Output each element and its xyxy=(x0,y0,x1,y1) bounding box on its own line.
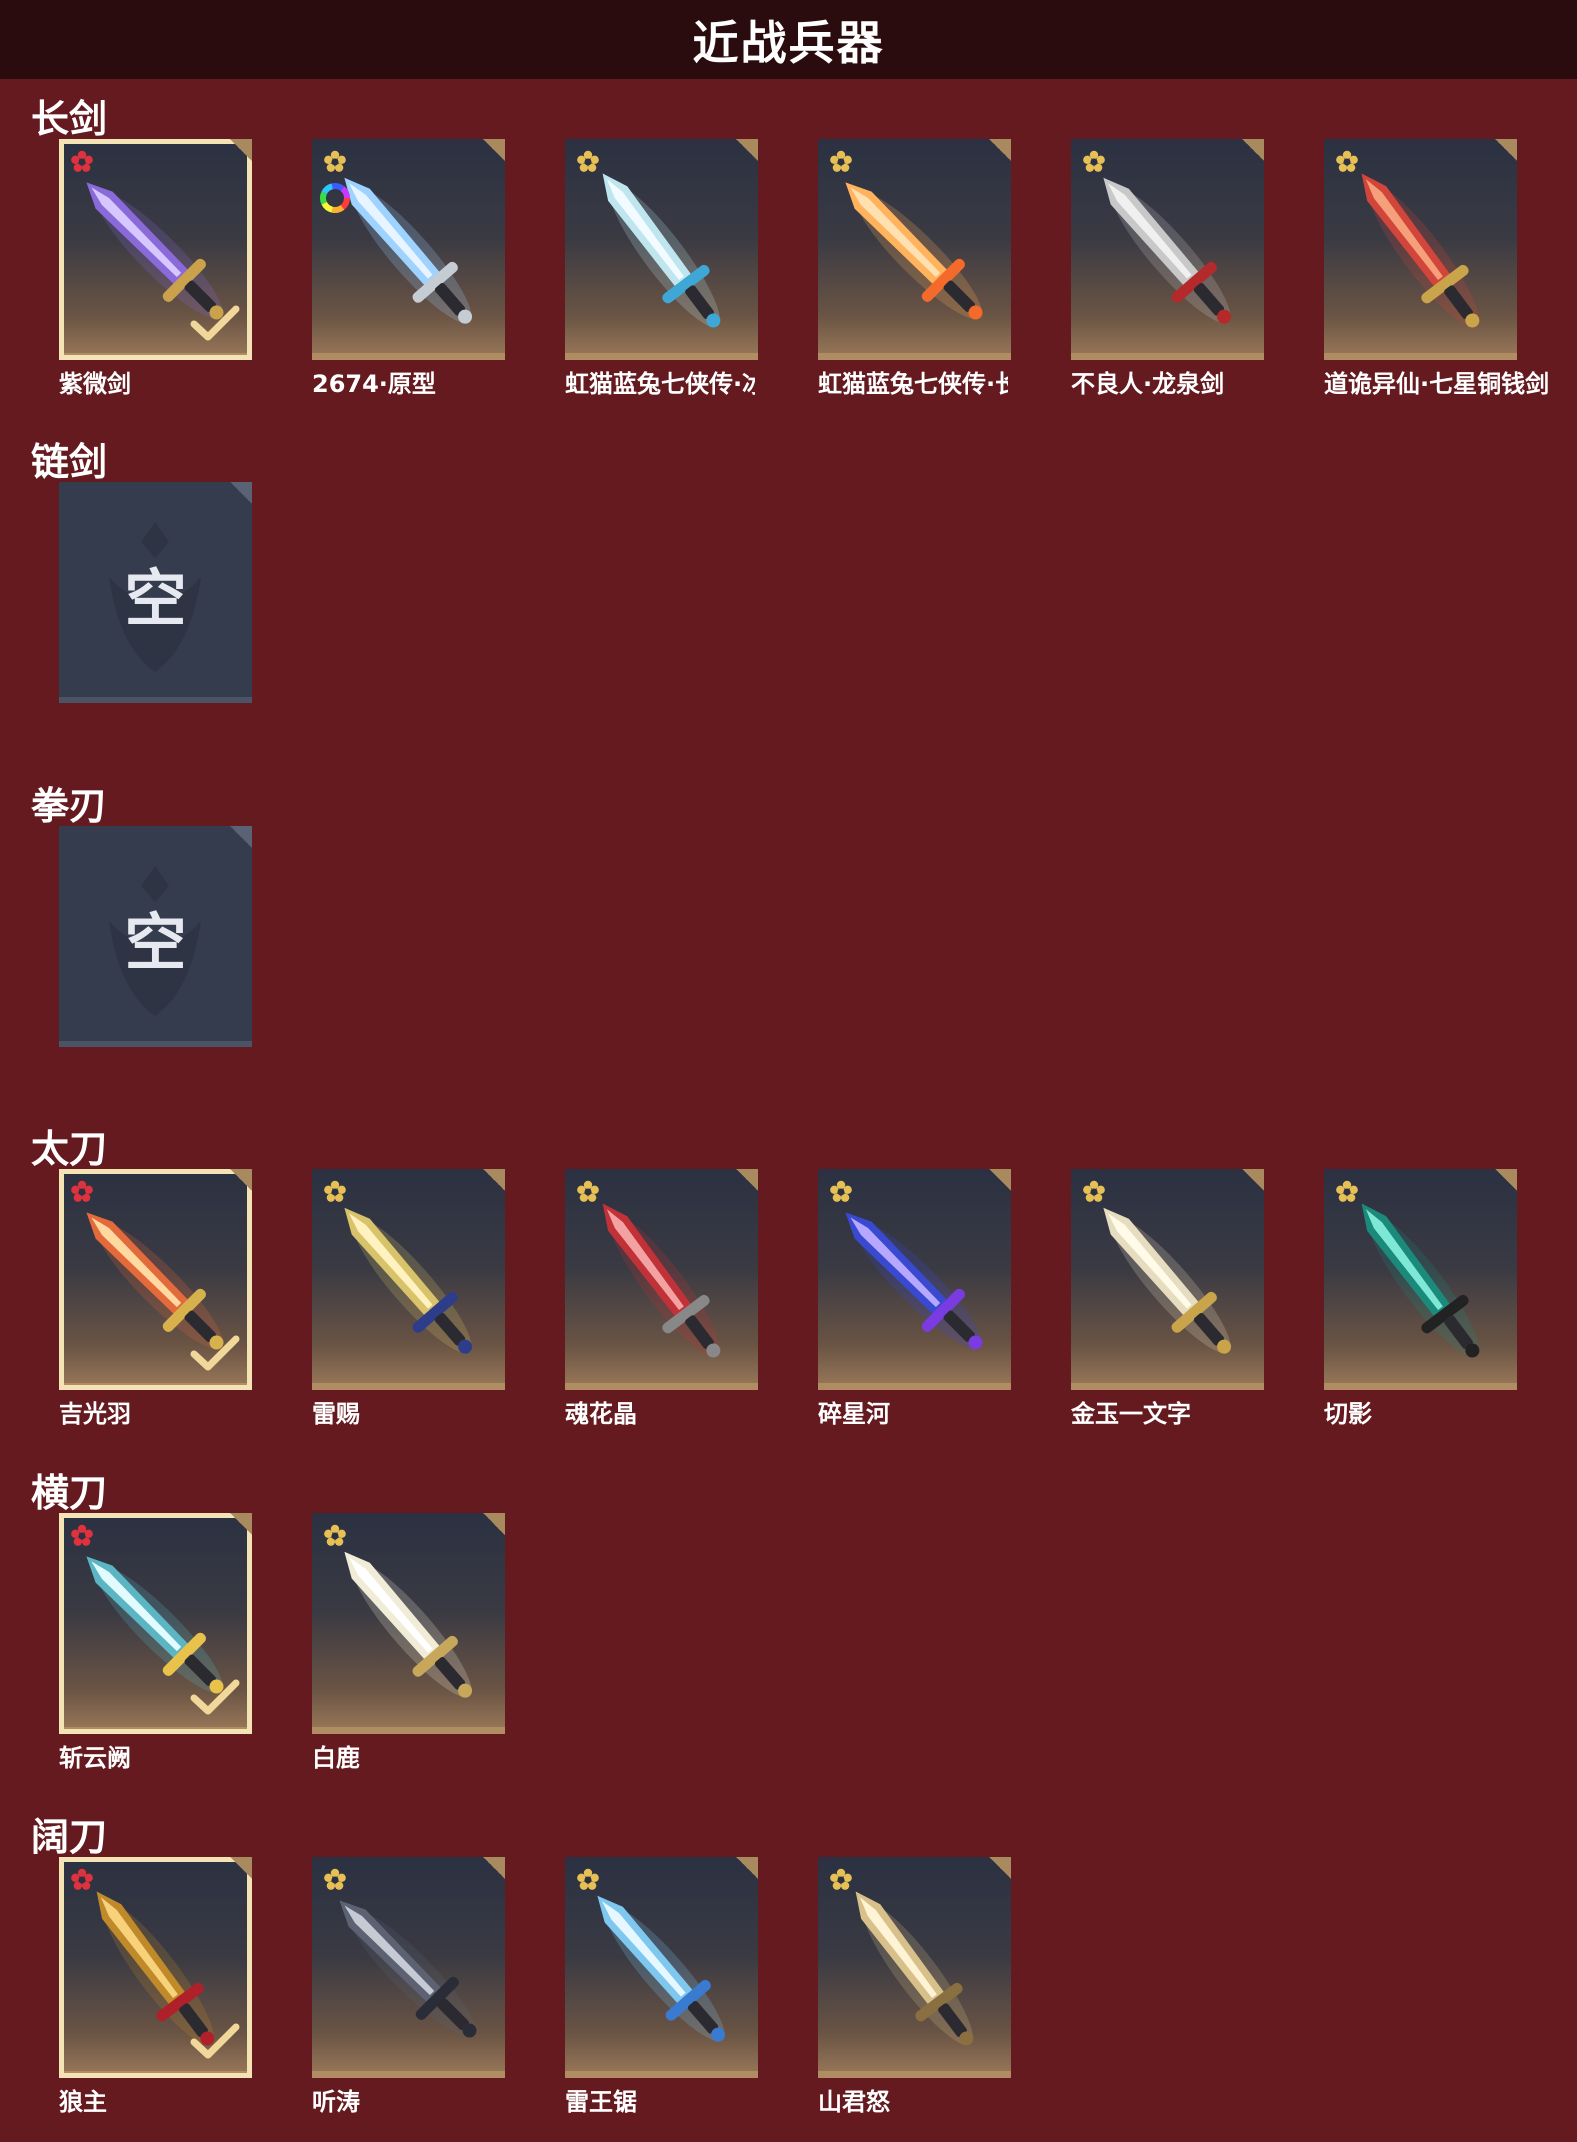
section-title: 横刀 xyxy=(31,1471,108,1515)
gold-flower-icon xyxy=(828,1867,854,1893)
card-corner xyxy=(989,1169,1011,1191)
weapon-card[interactable]: 白鹿 xyxy=(312,1513,505,1772)
card-corner xyxy=(230,1857,252,1879)
weapon-section: 拳刃空 xyxy=(0,767,1577,1097)
checkmark-icon xyxy=(190,1678,240,1718)
gold-flower-icon xyxy=(575,1867,601,1893)
card-corner xyxy=(483,139,505,161)
weapon-card[interactable]: 道诡异仙·七星铜钱剑 xyxy=(1324,139,1549,398)
empty-label: 空 xyxy=(124,905,187,979)
weapon-section: 长剑紫微剑 2674·原型 虹猫蓝兔七侠传·冰魄剑 虹猫蓝兔七侠传·长虹剑 不良人·龙泉… xyxy=(0,80,1577,410)
gold-flower-icon xyxy=(828,149,854,175)
weapon-name: 雷赐 xyxy=(312,1400,360,1428)
weapon-card[interactable]: 紫微剑 xyxy=(59,139,252,398)
weapon-name: 道诡异仙·七星铜钱剑 xyxy=(1324,370,1550,398)
red-flower-icon xyxy=(69,149,95,175)
card-corner xyxy=(736,139,758,161)
weapon-section: 太刀吉光羽 雷赐 魂花晶 碎星河 金玉一文字 切影 xyxy=(0,1110,1577,1440)
weapon-card[interactable]: 虹猫蓝兔七侠传·长虹剑 xyxy=(818,139,1011,398)
empty-mark: 空 xyxy=(59,482,252,703)
card-corner xyxy=(736,1169,758,1191)
weapon-card[interactable]: 山君怒 xyxy=(818,1857,1011,2116)
red-flower-icon xyxy=(69,1867,95,1893)
weapon-name: 山君怒 xyxy=(818,2088,890,2116)
weapon-name: 金玉一文字 xyxy=(1071,1400,1191,1428)
weapon-name: 雷王锯 xyxy=(565,2088,637,2116)
weapon-name: 紫微剑 xyxy=(59,370,131,398)
gold-flower-icon xyxy=(1081,149,1107,175)
weapon-card[interactable]: 吉光羽 xyxy=(59,1169,252,1428)
card-corner xyxy=(230,1169,252,1191)
weapon-card[interactable]: 魂花晶 xyxy=(565,1169,758,1428)
weapon-name: 听涛 xyxy=(312,2088,360,2116)
weapon-card[interactable]: 雷赐 xyxy=(312,1169,505,1428)
weapon-section: 链剑空 xyxy=(0,423,1577,753)
weapon-card[interactable]: 切影 xyxy=(1324,1169,1517,1428)
weapon-card[interactable]: 2674·原型 xyxy=(312,139,505,398)
weapon-name: 吉光羽 xyxy=(59,1400,131,1428)
weapon-card[interactable]: 虹猫蓝兔七侠传·冰魄剑 xyxy=(565,139,758,398)
checkmark-icon xyxy=(190,304,240,344)
weapon-name: 不良人·龙泉剑 xyxy=(1071,370,1225,398)
gold-flower-icon xyxy=(322,149,348,175)
page-header: 近战兵器 xyxy=(0,0,1577,79)
gold-flower-icon xyxy=(1334,149,1360,175)
weapon-card[interactable]: 雷王锯 xyxy=(565,1857,758,2116)
weapon-name: 白鹿 xyxy=(312,1744,360,1772)
weapon-name: 虹猫蓝兔七侠传·冰魄剑 xyxy=(565,370,755,398)
empty-slot[interactable]: 空 xyxy=(59,826,252,1047)
card-corner xyxy=(989,1857,1011,1879)
card-corner xyxy=(483,1169,505,1191)
weapon-name: 虹猫蓝兔七侠传·长虹剑 xyxy=(818,370,1008,398)
card-corner xyxy=(483,1857,505,1879)
weapon-card[interactable]: 听涛 xyxy=(312,1857,505,2116)
weapon-name: 魂花晶 xyxy=(565,1400,637,1428)
weapon-name: 碎星河 xyxy=(818,1400,890,1428)
card-corner xyxy=(736,1857,758,1879)
gold-flower-icon xyxy=(322,1867,348,1893)
color-wheel-icon xyxy=(318,181,352,215)
empty-slot[interactable]: 空 xyxy=(59,482,252,703)
weapon-section: 阔刀狼主 听涛 雷王锯 山君怒 xyxy=(0,1798,1577,2128)
gold-flower-icon xyxy=(1334,1179,1360,1205)
section-title: 太刀 xyxy=(31,1127,108,1171)
gold-flower-icon xyxy=(575,1179,601,1205)
gold-flower-icon xyxy=(322,1179,348,1205)
weapon-card[interactable]: 金玉一文字 xyxy=(1071,1169,1264,1428)
weapon-card[interactable]: 碎星河 xyxy=(818,1169,1011,1428)
weapon-name: 2674·原型 xyxy=(312,370,436,398)
gold-flower-icon xyxy=(828,1179,854,1205)
weapon-card[interactable]: 狼主 xyxy=(59,1857,252,2116)
card-corner xyxy=(1495,139,1517,161)
card-corner xyxy=(230,1513,252,1535)
section-title: 链剑 xyxy=(31,440,108,484)
section-title: 阔刀 xyxy=(31,1815,108,1859)
weapon-card[interactable]: 斩云阙 xyxy=(59,1513,252,1772)
card-corner xyxy=(1495,1169,1517,1191)
gold-flower-icon xyxy=(322,1523,348,1549)
gold-flower-icon xyxy=(1081,1179,1107,1205)
weapon-name: 狼主 xyxy=(59,2088,107,2116)
checkmark-icon xyxy=(190,2022,240,2062)
card-corner xyxy=(483,1513,505,1535)
card-corner xyxy=(1242,139,1264,161)
weapon-section: 横刀斩云阙 白鹿 xyxy=(0,1454,1577,1784)
empty-label: 空 xyxy=(124,561,187,635)
weapon-card[interactable]: 不良人·龙泉剑 xyxy=(1071,139,1264,398)
section-title: 长剑 xyxy=(31,97,108,141)
empty-mark: 空 xyxy=(59,826,252,1047)
card-corner xyxy=(1242,1169,1264,1191)
page-title: 近战兵器 xyxy=(692,15,885,70)
card-corner xyxy=(230,139,252,161)
weapon-name: 切影 xyxy=(1324,1400,1372,1428)
checkmark-icon xyxy=(190,1334,240,1374)
gold-flower-icon xyxy=(575,149,601,175)
section-title: 拳刃 xyxy=(31,784,108,828)
card-corner xyxy=(989,139,1011,161)
red-flower-icon xyxy=(69,1523,95,1549)
red-flower-icon xyxy=(69,1179,95,1205)
weapon-name: 斩云阙 xyxy=(59,1744,131,1772)
